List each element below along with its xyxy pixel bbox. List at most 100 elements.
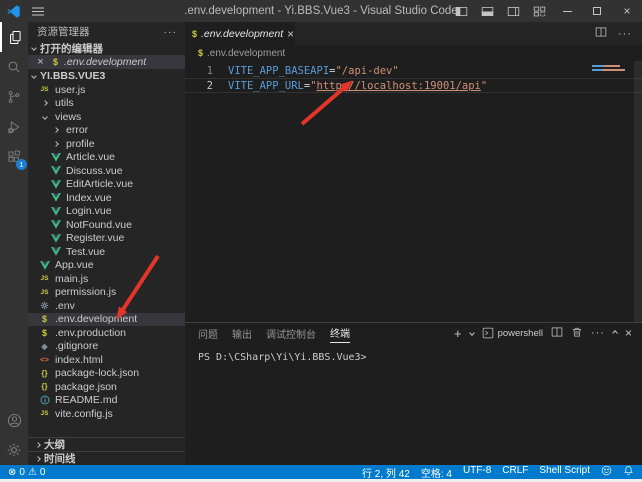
status-language-mode[interactable]: Shell Script <box>539 465 590 480</box>
tree-item-main-js[interactable]: JSmain.js <box>28 272 185 286</box>
minimize-button[interactable] <box>552 0 582 22</box>
panel-more-actions-icon[interactable]: ··· <box>591 327 605 339</box>
status-encoding[interactable]: UTF-8 <box>463 465 491 480</box>
tree-item-package-json[interactable]: {}package.json <box>28 380 185 394</box>
account-icon[interactable] <box>0 412 28 429</box>
panel-tab-problems[interactable]: 问题 <box>198 323 218 343</box>
project-root-header[interactable]: YI.BBS.VUE3 <box>28 69 185 83</box>
tree-item-test-vue[interactable]: Test.vue <box>28 245 185 259</box>
toggle-secondary-sidebar-icon[interactable] <box>500 0 526 22</box>
outline-section-header[interactable]: 大纲 <box>28 437 185 451</box>
tree-item-notfound-vue[interactable]: NotFound.vue <box>28 218 185 232</box>
panel-tab-output[interactable]: 输出 <box>232 323 252 343</box>
tree-item-article-vue[interactable]: Article.vue <box>28 151 185 165</box>
close-tab-icon[interactable]: × <box>287 27 294 41</box>
maximize-panel-icon[interactable] <box>612 330 618 336</box>
menu-hamburger-icon[interactable] <box>32 0 44 22</box>
activitybar-explorer[interactable] <box>0 22 28 52</box>
tree-item-profile[interactable]: profile <box>28 137 185 151</box>
vue-icon <box>51 166 61 175</box>
tree-item-index-html[interactable]: <>index.html <box>28 353 185 367</box>
new-terminal-icon[interactable]: + <box>454 327 462 340</box>
tree-item-env-production[interactable]: $.env.production <box>28 326 185 340</box>
notifications-bell-icon[interactable] <box>623 465 634 479</box>
panel-tab-terminal[interactable]: 终端 <box>330 323 350 343</box>
code-editor[interactable]: 1 VITE_APP_BASEAPI="/api-dev" 2 VITE_APP… <box>185 61 642 322</box>
open-editor-label: .env.development <box>64 56 146 68</box>
activitybar-search[interactable] <box>0 52 28 82</box>
tree-item-index-vue[interactable]: Index.vue <box>28 191 185 205</box>
customize-layout-icon[interactable] <box>526 0 552 22</box>
tree-item-user-js[interactable]: JSuser.js <box>28 83 185 97</box>
breadcrumb[interactable]: $ .env.development <box>185 45 642 61</box>
chevron-down-icon <box>31 45 37 51</box>
status-cursor-position[interactable]: 行 2, 列 42 <box>362 465 410 480</box>
chevron-right-icon <box>35 442 41 448</box>
run-debug-icon <box>6 119 22 135</box>
activitybar-run-debug[interactable] <box>0 112 28 142</box>
vue-icon <box>51 153 61 162</box>
status-indentation[interactable]: 空格: 4 <box>421 465 452 480</box>
tree-item-discuss-vue[interactable]: Discuss.vue <box>28 164 185 178</box>
open-editors-header[interactable]: 打开的编辑器 <box>28 41 185 55</box>
tree-item-gitignore[interactable]: ◆.gitignore <box>28 340 185 354</box>
timeline-section-header[interactable]: 时间线 <box>28 451 185 465</box>
explorer-more-actions-icon[interactable]: ··· <box>164 26 178 38</box>
chevron-right-icon <box>53 127 59 133</box>
problems-status[interactable]: ⊗ 0 ⚠ 0 <box>8 467 45 478</box>
tree-item-app-vue[interactable]: App.vue <box>28 259 185 273</box>
url-link[interactable]: http://localhost:19001/api <box>317 80 481 92</box>
minimap[interactable] <box>592 65 625 71</box>
toggle-panel-icon[interactable] <box>474 0 500 22</box>
status-eol[interactable]: CRLF <box>502 465 528 480</box>
tree-item-env-development[interactable]: $.env.development <box>28 313 185 327</box>
feedback-icon[interactable] <box>601 465 612 479</box>
tree-item-views[interactable]: views <box>28 110 185 124</box>
tree-item-editarticle-vue[interactable]: EditArticle.vue <box>28 178 185 192</box>
git-branch-icon <box>6 89 22 105</box>
tree-item-package-lock-json[interactable]: {}package-lock.json <box>28 367 185 381</box>
js-icon: JS <box>41 289 49 296</box>
editor-more-actions-icon[interactable]: ··· <box>618 28 632 40</box>
split-terminal-icon[interactable] <box>551 326 563 341</box>
env-icon: $ <box>53 57 58 67</box>
env-icon: $ <box>42 328 47 338</box>
tree-item-login-vue[interactable]: Login.vue <box>28 205 185 219</box>
activitybar-extensions[interactable]: 1 <box>0 142 28 172</box>
chevron-down-icon <box>31 73 37 79</box>
tree-item-register-vue[interactable]: Register.vue <box>28 232 185 246</box>
close-button[interactable]: × <box>612 0 642 22</box>
tree-item-vite-config-js[interactable]: JSvite.config.js <box>28 407 185 421</box>
env-icon: $ <box>42 314 47 324</box>
tree-item-utils[interactable]: utils <box>28 97 185 111</box>
tree-item-readme-md[interactable]: README.md <box>28 394 185 408</box>
vue-icon <box>51 193 61 202</box>
close-panel-icon[interactable]: × <box>625 326 632 340</box>
error-icon: ⊗ <box>8 467 16 478</box>
open-editor-item-env-development[interactable]: × $ .env.development <box>28 55 185 69</box>
json-icon: {} <box>41 369 47 378</box>
chevron-right-icon <box>42 100 48 106</box>
sidebar-title: 资源管理器 <box>37 24 90 39</box>
panel-tab-debug-console[interactable]: 调试控制台 <box>266 323 316 343</box>
maximize-button[interactable] <box>582 0 612 22</box>
activitybar-source-control[interactable] <box>0 82 28 112</box>
terminal-profile-dropdown-icon[interactable] <box>469 330 475 336</box>
readme-info-icon <box>40 395 50 405</box>
code-line-2[interactable]: 2 VITE_APP_URL="http://localhost:19001/a… <box>185 78 642 93</box>
tree-item-permission-js[interactable]: JSpermission.js <box>28 286 185 300</box>
tree-item-error[interactable]: error <box>28 124 185 138</box>
settings-gear-icon[interactable] <box>0 442 28 458</box>
close-editor-icon[interactable]: × <box>35 56 46 68</box>
terminal-icon <box>482 327 494 339</box>
editor-scrollbar[interactable] <box>634 61 642 322</box>
tree-item-env[interactable]: .env <box>28 299 185 313</box>
tab-env-development[interactable]: $ .env.development × <box>185 22 295 45</box>
kill-terminal-trash-icon[interactable] <box>571 326 583 341</box>
terminal-profile[interactable]: powershell <box>482 327 543 339</box>
bottom-panel: 问题输出调试控制台终端 + powershell <box>185 322 642 465</box>
split-editor-icon[interactable] <box>595 25 607 43</box>
code-line-1[interactable]: 1 VITE_APP_BASEAPI="/api-dev" <box>185 63 642 78</box>
terminal-output[interactable]: PS D:\CSharp\Yi\Yi.BBS.Vue3> <box>185 343 642 465</box>
tab-label: .env.development <box>201 28 283 40</box>
